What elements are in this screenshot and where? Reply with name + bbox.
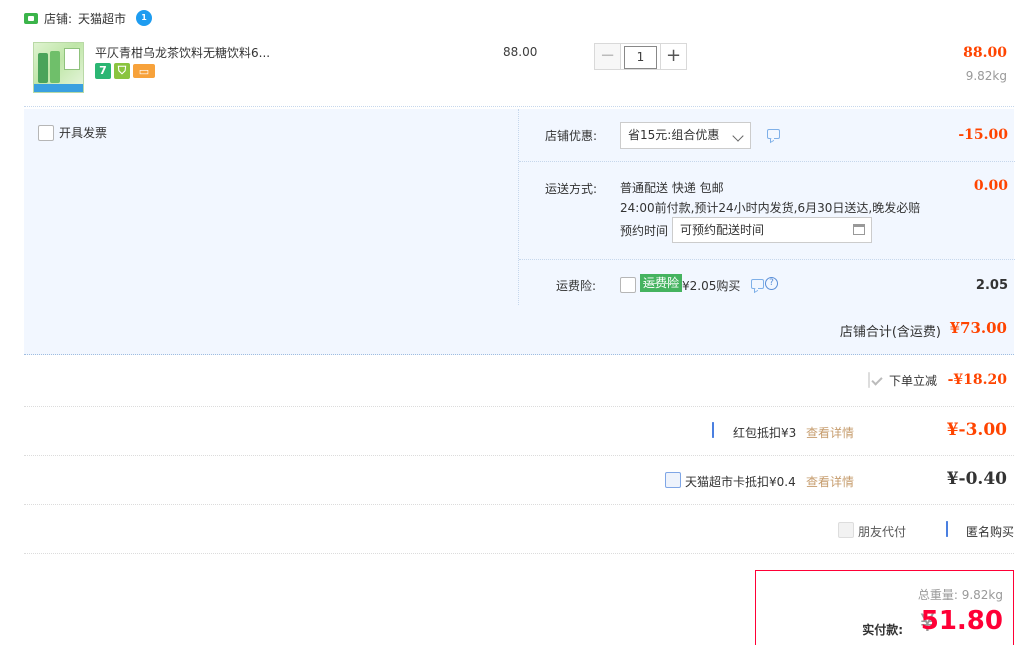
reserve-time-value: 可预约配送时间	[680, 223, 765, 237]
shipping-label: 运送方式:	[545, 182, 598, 196]
insurance-price: ¥2.05购买	[682, 279, 741, 293]
red-packet-details-link[interactable]: 查看详情	[806, 424, 854, 441]
reserve-time-label: 预约时间	[620, 224, 669, 238]
pay-label: 实付款:	[862, 623, 903, 637]
chevron-down-icon	[732, 130, 744, 142]
friend-pay-checkbox	[838, 522, 854, 538]
tmall-card-row: 天猫超市卡抵扣¥0.4 查看详情 ¥-0.40	[24, 456, 1014, 505]
shipping-insurance-row: 运费险: 运费险 ¥2.05购买 ? 2.05	[519, 260, 1015, 305]
shop-label: 店铺:	[44, 11, 73, 26]
red-packet-checkbox[interactable]	[712, 422, 714, 438]
item-subtotal: 88.00	[963, 45, 1007, 61]
shipping-eta: 24:00前付款,预计24小时内发货,6月30日送达,晚发必赔	[620, 201, 921, 215]
order-options-panel: 开具发票 店铺优惠: 省15元:组合优惠 -15.00 运送方式: 普通配送 快…	[24, 109, 1015, 355]
message-icon[interactable]	[751, 279, 764, 289]
unit-price: 88.00	[503, 45, 538, 59]
increase-quantity-button[interactable]: +	[660, 43, 687, 70]
anonymous-label: 匿名购买	[966, 525, 1015, 539]
red-packet-label: 红包抵扣¥3	[733, 426, 797, 440]
order-item-row: 平仄青柑乌龙茶饮料无糖饮料6... 7 ⛉ ▭ 88.00 − 1 + 88.0…	[24, 37, 1014, 107]
anonymous-checkbox[interactable]	[946, 521, 948, 537]
payment-options-row: 朋友代付 匿名购买	[24, 505, 1014, 554]
shop-discount-selected: 省15元:组合优惠	[628, 128, 720, 142]
insurance-label: 运费险:	[556, 279, 597, 293]
help-icon[interactable]: ?	[765, 277, 778, 290]
seven-day-return-icon[interactable]: 7	[95, 63, 111, 79]
insurance-checkbox[interactable]	[620, 277, 636, 293]
shop-total-row: 店铺合计(含运费) ¥73.00	[24, 305, 1014, 355]
instant-discount-value: -¥18.20	[947, 372, 1007, 388]
friend-pay-label: 朋友代付	[858, 525, 907, 539]
shop-name-link[interactable]: 天猫超市	[78, 10, 126, 27]
invoice-label: 开具发票	[59, 126, 108, 140]
shop-total-value: ¥73.00	[949, 319, 1007, 337]
shipping-row: 运送方式: 普通配送 快递 包邮 24:00前付款,预计24小时内发货,6月30…	[519, 162, 1015, 260]
reserve-time-input[interactable]: 可预约配送时间	[672, 217, 872, 243]
red-packet-row: 红包抵扣¥3 查看详情 ¥-3.00	[24, 407, 1014, 456]
shop-total-label: 店铺合计(含运费)	[839, 325, 941, 340]
instant-discount-checkbox	[868, 372, 870, 388]
shop-header: 店铺: 天猫超市 1	[24, 8, 153, 28]
shield-icon[interactable]: ⛉	[114, 63, 130, 79]
shipping-fee: 0.00	[973, 178, 1008, 194]
instant-discount-row: 下单立减 -¥18.20	[24, 356, 1014, 407]
invoice-option[interactable]: 开具发票	[38, 124, 107, 141]
message-icon[interactable]	[767, 129, 780, 139]
tmall-card-value: ¥-0.40	[946, 469, 1007, 489]
insurance-value: 2.05	[975, 278, 1008, 293]
shipping-method: 普通配送 快递 包邮	[620, 181, 724, 195]
decrease-quantity-button[interactable]: −	[594, 43, 621, 70]
tmall-shop-icon	[24, 12, 38, 24]
calendar-icon[interactable]	[853, 224, 865, 235]
credit-card-icon[interactable]: ▭	[133, 64, 155, 78]
tmall-card-details-link[interactable]: 查看详情	[806, 473, 854, 490]
product-thumbnail[interactable]	[33, 42, 84, 93]
product-title[interactable]: 平仄青柑乌龙茶饮料无糖饮料6...	[95, 44, 270, 61]
red-packet-value: ¥-3.00	[946, 420, 1007, 440]
total-weight: 总重量: 9.82kg	[917, 588, 1003, 602]
order-page: 店铺: 天猫超市 1 平仄青柑乌龙茶饮料无糖饮料6... 7 ⛉ ▭ 88.00…	[0, 0, 1033, 645]
pay-amount: 51.80	[920, 606, 1003, 636]
payment-summary-box: 总重量: 9.82kg 实付款: ¥ 51.80	[755, 570, 1014, 645]
quantity-field-wrap: 1	[621, 43, 660, 70]
shop-discount-value: -15.00	[958, 127, 1008, 143]
quantity-stepper: − 1 +	[594, 43, 687, 70]
shop-discount-row: 店铺优惠: 省15元:组合优惠 -15.00	[519, 109, 1015, 162]
tmall-card-checkbox[interactable]	[665, 472, 681, 488]
shop-discount-select[interactable]: 省15元:组合优惠	[620, 122, 751, 149]
invoice-checkbox[interactable]	[38, 124, 54, 141]
quantity-input[interactable]: 1	[624, 46, 657, 69]
item-weight: 9.82kg	[965, 69, 1007, 83]
shop-options-column: 店铺优惠: 省15元:组合优惠 -15.00 运送方式: 普通配送 快递 包邮 …	[518, 109, 1015, 305]
instant-discount-label: 下单立减	[889, 374, 938, 388]
wangwang-chat-icon[interactable]: 1	[136, 10, 153, 26]
shop-discount-label: 店铺优惠:	[545, 129, 598, 143]
service-badges: 7 ⛉ ▭	[95, 63, 155, 79]
tmall-card-label: 天猫超市卡抵扣¥0.4	[685, 475, 796, 489]
insurance-tag: 运费险	[640, 274, 683, 292]
